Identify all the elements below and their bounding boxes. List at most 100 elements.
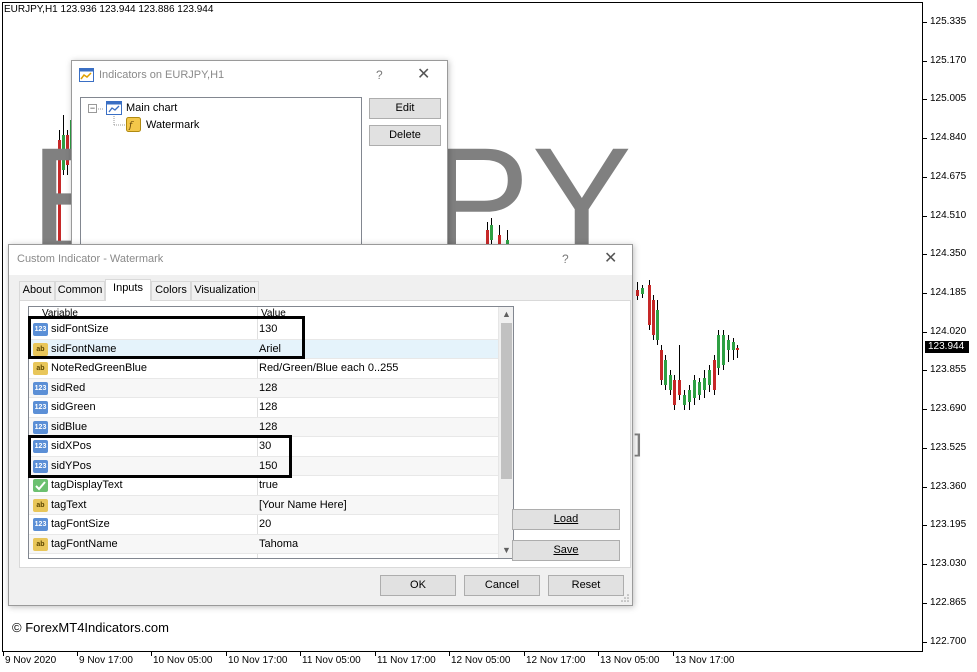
grid-header: Variable Value (29, 307, 499, 320)
delete-button[interactable]: Delete (369, 125, 441, 146)
input-row[interactable]: 123 sidXPos 30 (29, 437, 499, 457)
input-row[interactable]: ab NoteRedGreenBlue Red/Green/Blue each 0.… (29, 359, 499, 379)
inputs-panel: Variable Value 123 sidFontSize 130 ab sidFon… (19, 300, 631, 568)
input-variable-name: NoteRedGreenBlue (51, 362, 148, 374)
chart-symbol-info: EURJPY,H1 123.936 123.944 123.886 123.94… (4, 4, 214, 15)
ok-button[interactable]: OK (380, 575, 456, 596)
price-tick-label: 122.865 (930, 596, 967, 608)
indicators-dialog-titlebar[interactable]: Indicators on EURJPY,H1 ? ✕ (72, 61, 447, 91)
indicators-dialog-title: Indicators on EURJPY,H1 (99, 69, 225, 81)
price-tick-label: 125.005 (930, 93, 967, 105)
input-row[interactable]: 123 sidYPos 150 (29, 456, 499, 476)
candle-body (636, 290, 639, 296)
time-tick-mark (375, 652, 376, 656)
time-tick-label: 11 Nov 05:00 (302, 655, 361, 666)
column-header-value[interactable]: Value (261, 308, 286, 319)
candle-body (688, 390, 691, 402)
input-value[interactable]: Ariel (259, 343, 281, 355)
input-value[interactable]: 20 (259, 518, 271, 530)
time-tick-label: 10 Nov 17:00 (228, 655, 288, 666)
load-button[interactable]: Load (512, 509, 620, 530)
candle-body (698, 382, 701, 395)
price-tick-mark (923, 138, 927, 140)
candle-body (708, 370, 711, 385)
price-tick-label: 123.855 (930, 364, 967, 376)
input-row[interactable]: tagDisplayText true (29, 476, 499, 496)
price-tick-label: 125.335 (930, 16, 967, 27)
candle-body (656, 310, 659, 340)
main-chart-icon (106, 101, 122, 115)
copyright-text: © ForexMT4Indicators.com (12, 620, 169, 635)
input-value[interactable]: 128 (259, 382, 277, 394)
tab-inputs[interactable]: Inputs (105, 279, 151, 301)
tree-item-main-chart[interactable]: Main chart (126, 102, 177, 114)
input-value[interactable]: 150 (259, 460, 277, 472)
price-tick-label: 124.350 (930, 248, 967, 260)
input-value[interactable]: 128 (259, 421, 277, 433)
input-variable-name: sidYPos (51, 459, 92, 472)
price-tick-mark (923, 602, 927, 604)
tree-collapse-icon[interactable]: − (88, 104, 97, 113)
candle-body (641, 288, 644, 294)
price-tick-label: 123.030 (930, 558, 967, 570)
custom-dialog-titlebar[interactable]: Custom Indicator - Watermark ? ✕ (9, 245, 632, 275)
input-row[interactable]: 123 sidBlue 128 (29, 417, 499, 437)
save-button[interactable]: Save (512, 540, 620, 561)
number-type-icon: 123 (33, 401, 48, 414)
candle-body (664, 360, 667, 385)
input-value[interactable]: [Your Name Here] (259, 499, 347, 511)
candle-body (736, 348, 739, 350)
input-variable-name: tagFontSize (51, 518, 110, 530)
input-value[interactable]: 130 (259, 323, 277, 335)
input-value[interactable]: 30 (259, 440, 271, 452)
input-row[interactable]: ab sidFontName Ariel (29, 339, 499, 359)
time-tick-mark (151, 652, 152, 656)
edit-button[interactable]: Edit (369, 98, 441, 119)
number-type-icon: 123 (33, 420, 48, 434)
cancel-button[interactable]: Cancel (464, 575, 540, 596)
number-type-icon: 123 (33, 323, 48, 336)
number-type-icon: 123 (33, 440, 48, 453)
candle-body (727, 340, 730, 350)
input-row[interactable]: ab tagFontName Tahoma (29, 534, 499, 554)
price-tick-mark (923, 331, 927, 333)
custom-indicator-icon: f (126, 117, 141, 132)
column-header-variable[interactable]: Variable (42, 308, 78, 319)
candle-body (669, 375, 672, 390)
candle-body (683, 395, 686, 405)
tab-about[interactable]: About (19, 281, 55, 300)
time-tick-mark (598, 652, 599, 656)
input-variable-name: sidBlue (51, 420, 88, 433)
help-button[interactable]: ? (562, 252, 569, 266)
scroll-up-icon[interactable]: ▲ (499, 307, 513, 322)
price-tick-label: 123.195 (930, 519, 967, 531)
tab-colors[interactable]: Colors (151, 281, 191, 300)
time-tick-mark (3, 652, 4, 656)
tree-item-watermark[interactable]: Watermark (146, 119, 199, 131)
price-tick-mark (923, 293, 927, 295)
string-type-icon: ab (33, 498, 48, 512)
resize-grip-icon[interactable] (620, 593, 630, 603)
close-icon[interactable]: ✕ (604, 248, 617, 268)
input-value[interactable]: Red/Green/Blue each 0..255 (259, 362, 398, 374)
input-row[interactable]: 123 sidFontSize 130 (29, 320, 499, 340)
candle-body (703, 378, 706, 390)
reset-button[interactable]: Reset (548, 575, 624, 596)
candle-body (678, 380, 681, 395)
price-tick-label: 124.675 (930, 170, 967, 182)
tab-common[interactable]: Common (55, 281, 105, 300)
input-row[interactable]: ab tagText [Your Name Here] (29, 495, 499, 515)
price-tick-mark (923, 641, 927, 643)
input-row[interactable]: 123 tagFontSize 20 (29, 515, 499, 535)
vertical-scrollbar[interactable]: ▲ ▼ (498, 307, 513, 558)
input-value[interactable]: 128 (259, 401, 277, 413)
help-button[interactable]: ? (376, 68, 383, 82)
input-value[interactable]: Tahoma (259, 538, 298, 550)
time-tick-label: 13 Nov 05:00 (600, 655, 660, 666)
close-icon[interactable]: ✕ (417, 64, 430, 84)
scrollbar-thumb[interactable] (501, 323, 512, 479)
input-row[interactable]: 123 sidGreen 128 (29, 398, 499, 418)
input-value[interactable]: true (259, 479, 278, 491)
input-row[interactable]: 123 sidRed 128 (29, 378, 499, 398)
tab-visualization[interactable]: Visualization (191, 281, 259, 300)
